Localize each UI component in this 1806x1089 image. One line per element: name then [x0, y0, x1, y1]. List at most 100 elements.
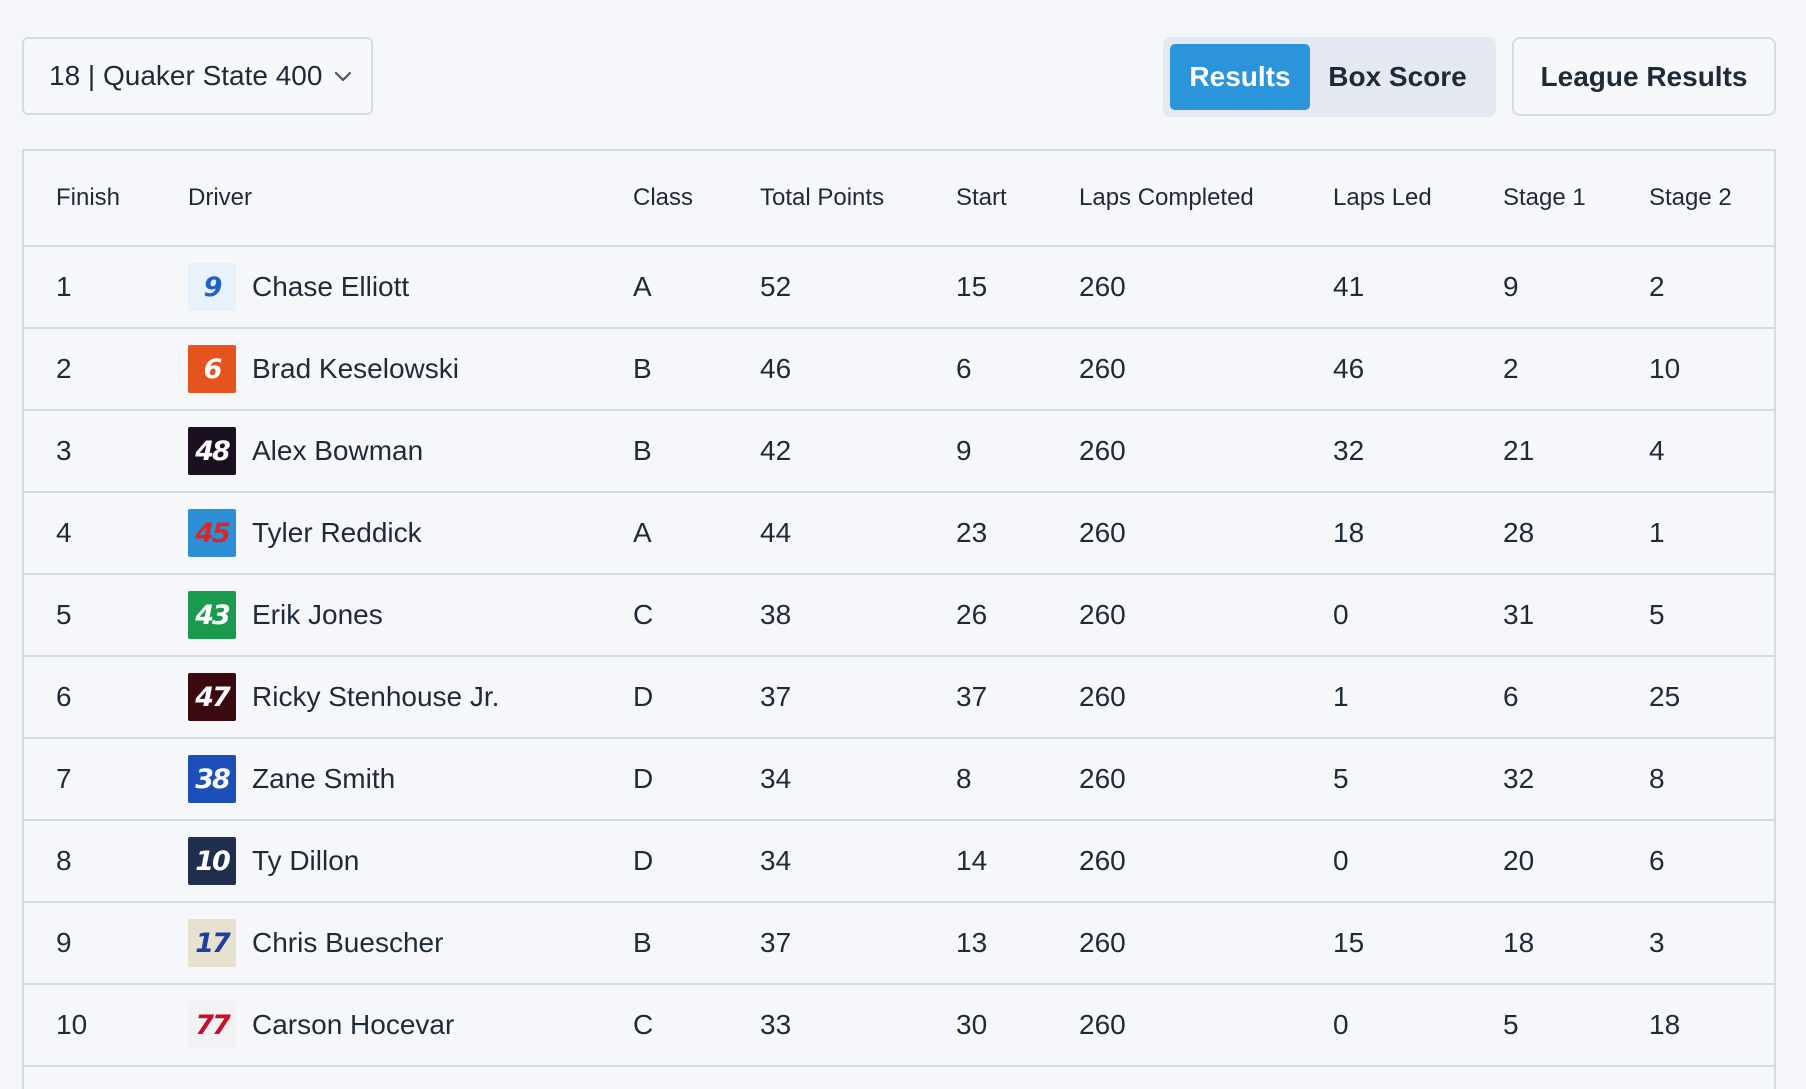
- laps-led-cell: 18: [1333, 492, 1503, 575]
- total-points-cell: 37: [760, 902, 956, 985]
- finish-cell: 1: [24, 246, 188, 329]
- total-points-cell: 44: [760, 492, 956, 575]
- car-number-icon: 10: [188, 837, 236, 885]
- driver-name[interactable]: Ty Dillon: [252, 845, 359, 877]
- driver-cell: 47 Ricky Stenhouse Jr.: [188, 656, 633, 739]
- stage-2-cell: 1: [1649, 492, 1774, 575]
- laps-completed-cell: 260: [1079, 574, 1333, 657]
- table-row[interactable]: 9 17 Chris Buescher B 37 13 260 15 18 3: [24, 902, 1774, 985]
- header-driver[interactable]: Driver: [188, 151, 633, 247]
- start-cell: 30: [956, 984, 1079, 1067]
- laps-led-cell: 1: [1333, 656, 1503, 739]
- start-cell: 23: [956, 492, 1079, 575]
- driver-name[interactable]: Zane Smith: [252, 763, 395, 795]
- table-row[interactable]: 3 48 Alex Bowman B 42 9 260 32 21 4: [24, 410, 1774, 493]
- start-cell: 15: [956, 246, 1079, 329]
- box-score-tab[interactable]: Box Score: [1310, 44, 1485, 110]
- driver-name[interactable]: Brad Keselowski: [252, 353, 459, 385]
- chevron-down-icon: [332, 64, 356, 88]
- table-row[interactable]: 7 38 Zane Smith D 34 8 260 5 32 8: [24, 738, 1774, 821]
- header-finish[interactable]: Finish: [24, 151, 188, 247]
- laps-led-cell: 41: [1333, 246, 1503, 329]
- total-points-cell: 34: [760, 738, 956, 821]
- driver-cell: 38 Zane Smith: [188, 738, 633, 821]
- stage-1-cell: 6: [1503, 656, 1649, 739]
- driver-name[interactable]: Chris Buescher: [252, 927, 443, 959]
- stage-2-cell: 5: [1649, 574, 1774, 657]
- table-row[interactable]: 10 77 Carson Hocevar C 33 30 260 0 5 18: [24, 984, 1774, 1067]
- start-cell: 9: [956, 410, 1079, 493]
- laps-led-cell: 0: [1333, 574, 1503, 657]
- total-points-cell: 38: [760, 574, 956, 657]
- laps-led-cell: 32: [1333, 410, 1503, 493]
- table-row[interactable]: 4 45 Tyler Reddick A 44 23 260 18 28 1: [24, 492, 1774, 575]
- car-number-icon: 48: [188, 427, 236, 475]
- finish-cell: 2: [24, 328, 188, 411]
- start-cell: 37: [956, 656, 1079, 739]
- driver-name[interactable]: Carson Hocevar: [252, 1009, 454, 1041]
- class-cell: B: [633, 902, 760, 985]
- driver-name[interactable]: Chase Elliott: [252, 271, 409, 303]
- start-cell: 8: [956, 738, 1079, 821]
- laps-completed-cell: 260: [1079, 328, 1333, 411]
- header-laps-completed[interactable]: Laps Completed: [1079, 151, 1333, 247]
- car-number-icon: 43: [188, 591, 236, 639]
- finish-cell: 3: [24, 410, 188, 493]
- stage-2-cell: 25: [1649, 656, 1774, 739]
- laps-completed-cell: 260: [1079, 410, 1333, 493]
- car-number-icon: 47: [188, 673, 236, 721]
- table-header-row: Finish Driver Class Total Points Start L…: [24, 151, 1774, 247]
- stage-1-cell: 28: [1503, 492, 1649, 575]
- class-cell: A: [633, 492, 760, 575]
- table-row[interactable]: 2 6 Brad Keselowski B 46 6 260 46 2 10: [24, 328, 1774, 411]
- header-stage-2[interactable]: Stage 2: [1649, 151, 1774, 247]
- start-cell: 26: [956, 574, 1079, 657]
- finish-cell: 5: [24, 574, 188, 657]
- class-cell: A: [633, 246, 760, 329]
- driver-cell: 45 Tyler Reddick: [188, 492, 633, 575]
- total-points-cell: 34: [760, 820, 956, 903]
- table-row[interactable]: 8 10 Ty Dillon D 34 14 260 0 20 6: [24, 820, 1774, 903]
- race-select-value: 18 | Quaker State 400: [49, 60, 323, 91]
- stage-1-cell: 18: [1503, 902, 1649, 985]
- car-number-icon: 77: [188, 1001, 236, 1049]
- class-cell: B: [633, 410, 760, 493]
- laps-completed-cell: 260: [1079, 820, 1333, 903]
- table-row[interactable]: 1 9 Chase Elliott A 52 15 260 41 9 2: [24, 246, 1774, 329]
- laps-completed-cell: 260: [1079, 984, 1333, 1067]
- header-start[interactable]: Start: [956, 151, 1079, 247]
- laps-led-cell: 15: [1333, 902, 1503, 985]
- class-cell: C: [633, 984, 760, 1067]
- race-select-dropdown[interactable]: 18 | Quaker State 400: [22, 37, 373, 115]
- driver-name[interactable]: Tyler Reddick: [252, 517, 422, 549]
- stage-1-cell: 2: [1503, 328, 1649, 411]
- driver-name[interactable]: Ricky Stenhouse Jr.: [252, 681, 499, 713]
- stage-2-cell: 4: [1649, 410, 1774, 493]
- race-results-page: 18 | Quaker State 400 Results Box Score …: [0, 0, 1806, 1089]
- finish-cell: 9: [24, 902, 188, 985]
- laps-led-cell: 5: [1333, 738, 1503, 821]
- driver-name[interactable]: Erik Jones: [252, 599, 383, 631]
- finish-cell: 8: [24, 820, 188, 903]
- driver-name[interactable]: Alex Bowman: [252, 435, 423, 467]
- class-cell: D: [633, 820, 760, 903]
- header-total-points[interactable]: Total Points: [760, 151, 956, 247]
- car-number-icon: 38: [188, 755, 236, 803]
- results-tab[interactable]: Results: [1170, 44, 1310, 110]
- stage-1-cell: 5: [1503, 984, 1649, 1067]
- stage-2-cell: 8: [1649, 738, 1774, 821]
- header-laps-led[interactable]: Laps Led: [1333, 151, 1503, 247]
- finish-cell: 6: [24, 656, 188, 739]
- table-row[interactable]: 5 43 Erik Jones C 38 26 260 0 31 5: [24, 574, 1774, 657]
- total-points-cell: 42: [760, 410, 956, 493]
- header-stage-1[interactable]: Stage 1: [1503, 151, 1649, 247]
- table-row[interactable]: 6 47 Ricky Stenhouse Jr. D 37 37 260 1 6 25: [24, 656, 1774, 739]
- driver-cell: 10 Ty Dillon: [188, 820, 633, 903]
- finish-cell: 4: [24, 492, 188, 575]
- league-results-button[interactable]: League Results: [1512, 37, 1776, 116]
- driver-cell: 48 Alex Bowman: [188, 410, 633, 493]
- stage-1-cell: 31: [1503, 574, 1649, 657]
- stage-1-cell: 9: [1503, 246, 1649, 329]
- driver-cell: 9 Chase Elliott: [188, 246, 633, 329]
- header-class[interactable]: Class: [633, 151, 760, 247]
